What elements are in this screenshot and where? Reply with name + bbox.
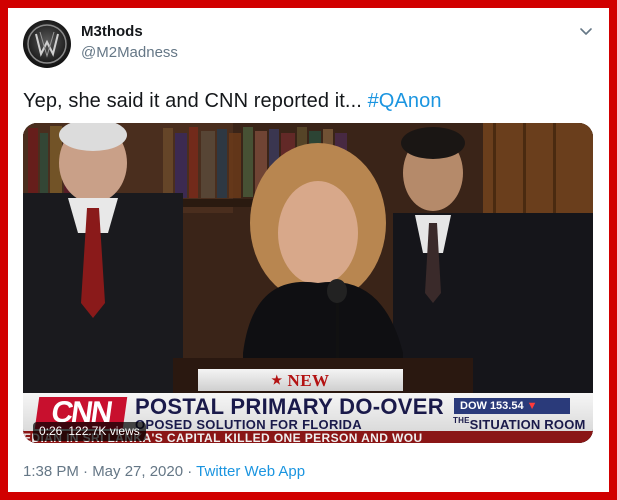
tweet-meta: 1:38 PM · May 27, 2020 · Twitter Web App xyxy=(23,463,305,480)
dow-ticker: DOW 153.54 ▼ xyxy=(454,398,570,414)
author-handle[interactable]: @M2Madness xyxy=(81,44,178,61)
author-name[interactable]: M3thods xyxy=(81,23,143,40)
program-title: SITUATION ROOM xyxy=(469,417,586,432)
avatar-logo-icon xyxy=(27,24,67,64)
program-prefix: THE xyxy=(453,416,470,425)
star-icon: ★ xyxy=(271,373,283,387)
tweet-text: Yep, she said it and CNN reported it... … xyxy=(23,90,442,113)
program-name: THESITUATION ROOM xyxy=(453,416,586,432)
subheadline: OPOSED SOLUTION FOR FLORIDA xyxy=(135,417,362,432)
source-app-link[interactable]: Twitter Web App xyxy=(196,463,305,480)
avatar[interactable] xyxy=(23,20,71,68)
video-elapsed: 0:26 xyxy=(39,424,63,438)
hashtag-link[interactable]: #QAnon xyxy=(368,90,442,112)
tweet-timestamp[interactable]: 1:38 PM · May 27, 2020 · xyxy=(23,463,196,480)
video-player[interactable]: ★ NEW DEVELOPMENTS ★ CNN POSTAL PRIMARY … xyxy=(23,123,593,443)
chevron-down-icon[interactable] xyxy=(579,24,593,38)
video-stats-badge: 0:26 122.7K views xyxy=(33,422,146,441)
new-developments-banner: ★ NEW DEVELOPMENTS ★ xyxy=(198,369,403,413)
tweet-card: M3thods @M2Madness Yep, she said it and … xyxy=(8,8,609,492)
tweet-body: Yep, she said it and CNN reported it... xyxy=(23,90,368,112)
video-views: 122.7K views xyxy=(68,424,140,438)
dow-value: DOW 153.54 xyxy=(460,400,524,412)
down-arrow-icon: ▼ xyxy=(526,400,538,412)
